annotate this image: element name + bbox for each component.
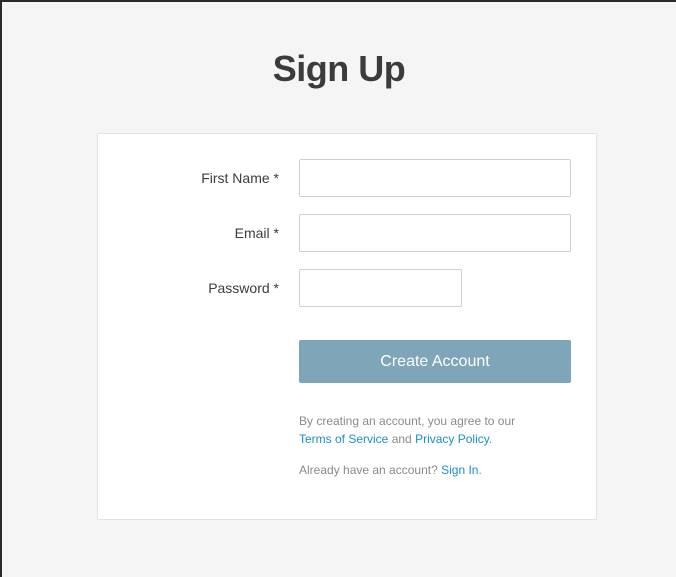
password-label: Password * xyxy=(208,280,279,296)
email-input[interactable] xyxy=(299,214,571,252)
terms-of-service-link[interactable]: Terms of Service xyxy=(299,432,388,446)
first-name-row: First Name * xyxy=(98,159,596,197)
password-row: Password * xyxy=(98,269,596,307)
signin-suffix: . xyxy=(478,463,482,477)
legal-conjunction: and xyxy=(391,432,412,446)
legal-notice: By creating an account, you agree to our… xyxy=(299,412,579,448)
signin-prompt-text: Already have an account? xyxy=(299,463,438,477)
sign-in-link[interactable]: Sign In xyxy=(441,463,478,477)
legal-suffix: . xyxy=(488,432,493,446)
email-label: Email * xyxy=(234,225,279,241)
legal-prefix: By creating an account, you agree to our xyxy=(299,414,516,428)
signup-card: First Name * Email * Password * Create A… xyxy=(97,133,597,520)
page-title: Sign Up xyxy=(272,48,406,89)
create-account-button[interactable]: Create Account xyxy=(299,340,571,383)
privacy-policy-link[interactable]: Privacy Policy xyxy=(415,432,489,446)
first-name-label: First Name * xyxy=(201,170,279,186)
password-input[interactable] xyxy=(299,269,462,307)
first-name-input[interactable] xyxy=(299,159,571,197)
email-row: Email * xyxy=(98,214,596,252)
page-frame: Sign Up First Name * Email * Password * … xyxy=(0,0,676,577)
signin-prompt: Already have an account? Sign In. xyxy=(299,461,579,479)
